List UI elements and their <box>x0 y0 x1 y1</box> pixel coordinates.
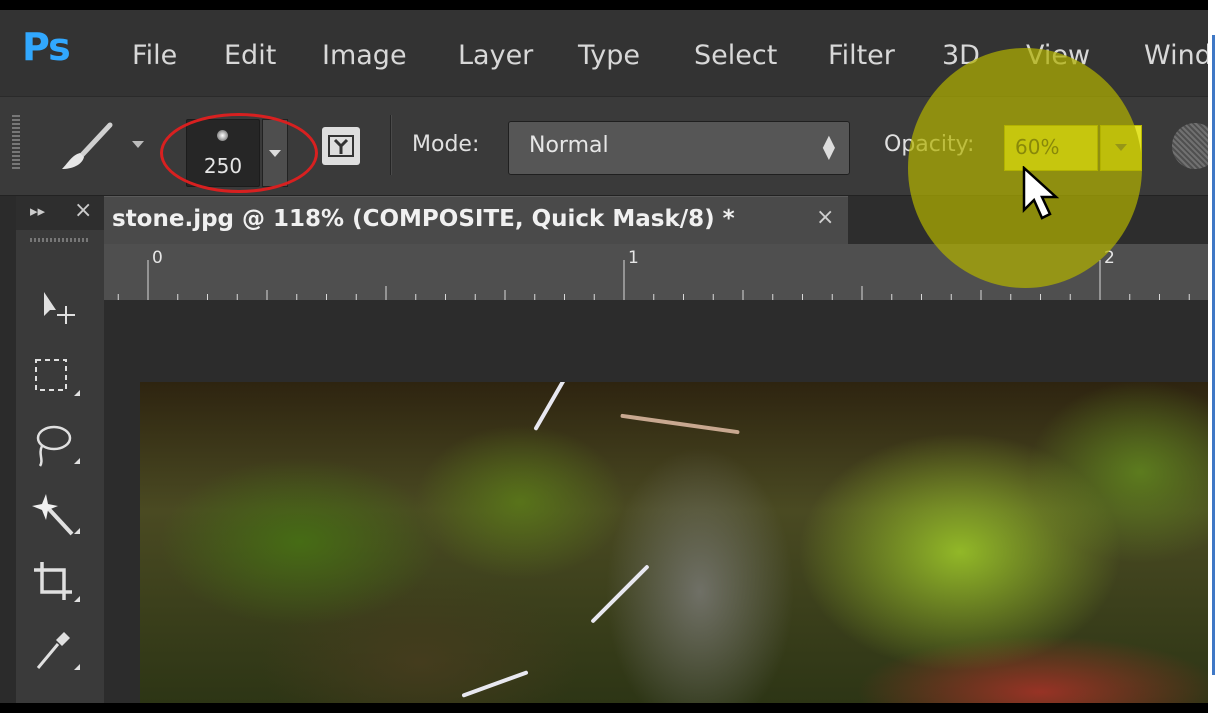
marquee-tool[interactable] <box>30 352 88 404</box>
window-edge-accent <box>1212 35 1215 675</box>
menu-image[interactable]: Image <box>322 40 407 71</box>
menu-layer[interactable]: Layer <box>458 40 533 71</box>
ruler-ticks <box>117 260 1190 300</box>
opacity-input[interactable] <box>1015 134 1093 160</box>
mode-select[interactable]: Normal ▲ ▼ <box>508 121 850 175</box>
crop-tool[interactable] <box>30 558 88 610</box>
image-detail <box>620 413 740 435</box>
opacity-field[interactable] <box>1004 125 1098 171</box>
brush-panel-toggle[interactable] <box>322 127 360 165</box>
tools-panel-header: ▸▸ × <box>16 196 104 230</box>
image-detail <box>461 670 529 698</box>
magic-wand-icon <box>32 494 80 536</box>
menu-filter[interactable]: Filter <box>828 40 895 71</box>
eyedropper-tool[interactable] <box>30 626 88 678</box>
pressure-opacity-icon[interactable] <box>1172 123 1208 169</box>
menu-type[interactable]: Type <box>578 40 640 71</box>
menu-file[interactable]: File <box>132 40 177 71</box>
lasso-icon <box>36 425 80 467</box>
crop-icon <box>34 562 80 602</box>
separator <box>390 115 391 175</box>
options-bar-grip[interactable] <box>12 115 20 169</box>
menu-window[interactable]: Wind <box>1144 40 1208 71</box>
brush-icon[interactable] <box>52 119 122 175</box>
mouse-cursor-icon <box>1022 166 1060 220</box>
close-panel-icon[interactable]: × <box>74 198 92 223</box>
eyedropper-icon <box>36 632 80 670</box>
window-edge <box>1208 0 1216 713</box>
ruler-label-2: 2 <box>1104 248 1115 268</box>
image-detail <box>590 564 650 624</box>
photoshop-window: Ps File Edit Image Layer Type Select Fil… <box>0 10 1208 703</box>
move-icon <box>44 292 75 324</box>
move-tool[interactable] <box>30 282 88 334</box>
menu-view[interactable]: View <box>1026 40 1090 71</box>
ruler-label-0: 0 <box>152 248 163 268</box>
magic-wand-tool[interactable] <box>30 490 88 542</box>
menu-select[interactable]: Select <box>694 40 777 71</box>
opacity-slider-dropdown[interactable] <box>1100 125 1142 171</box>
select-arrows-icon: ▲ ▼ <box>822 131 835 162</box>
menu-edit[interactable]: Edit <box>224 40 276 71</box>
marquee-icon <box>35 359 80 396</box>
tools-panel: ▸▸ × <box>16 196 105 703</box>
horizontal-ruler[interactable]: 0 1 2 <box>104 244 1208 301</box>
brush-panel-icon <box>328 135 354 157</box>
annotation-circle <box>160 113 318 193</box>
tool-preset-dropdown[interactable] <box>132 141 144 148</box>
lasso-tool[interactable] <box>30 420 88 472</box>
close-tab-icon[interactable]: × <box>816 205 834 230</box>
document-image[interactable] <box>140 382 1208 703</box>
menu-bar: Ps File Edit Image Layer Type Select Fil… <box>0 10 1208 96</box>
expand-panel-icon[interactable]: ▸▸ <box>30 202 45 220</box>
mode-label: Mode: <box>412 132 480 157</box>
document-title: stone.jpg @ 118% (COMPOSITE, Quick Mask/… <box>112 206 735 232</box>
menu-3d[interactable]: 3D <box>942 40 980 71</box>
app-logo[interactable]: Ps <box>22 25 71 69</box>
canvas-area[interactable] <box>104 300 1208 703</box>
document-tab[interactable]: stone.jpg @ 118% (COMPOSITE, Quick Mask/… <box>104 196 848 245</box>
opacity-label: Opacity: <box>884 132 975 157</box>
ruler-label-1: 1 <box>628 248 639 268</box>
mode-value: Normal <box>529 133 609 158</box>
tools-panel-grip[interactable] <box>30 238 90 242</box>
image-detail <box>533 382 567 431</box>
